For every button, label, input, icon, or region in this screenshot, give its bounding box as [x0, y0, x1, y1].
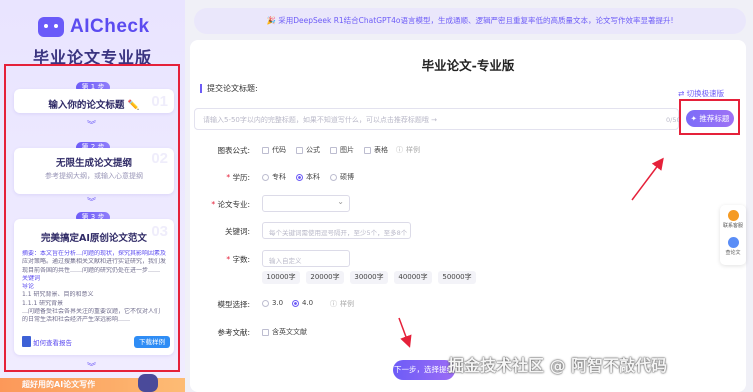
radio[interactable] [262, 299, 269, 307]
word-option-40000[interactable]: 40000字 [394, 271, 432, 284]
refs-label: 参考文献: [217, 328, 250, 337]
example-label: 样例 [406, 146, 420, 154]
radio-selected[interactable] [292, 299, 299, 307]
degree-label-text: 学历: [232, 173, 250, 182]
robot-mascot-icon [138, 374, 158, 392]
words-label-text: 字数: [232, 255, 250, 264]
watermark: 掘金技术社区 @ 阿智不敲代码 [448, 356, 668, 375]
option-label: 含英文文献 [272, 328, 307, 336]
model-label: 模型选择: [217, 300, 250, 309]
banner-text: 🎉 采用DeepSeek R1结合ChatGPT4o语言模型，生成通顺、逻辑严密… [266, 16, 674, 25]
info-icon: ⓘ [396, 146, 403, 154]
option-english-refs[interactable]: 含英文文献 [262, 327, 307, 337]
keywords-input[interactable]: 每个关键词需使用逗号隔开，至少5个，至多8个 [262, 222, 411, 239]
option-label: 表格 [374, 146, 388, 154]
degree-label: * 学历: [226, 173, 250, 182]
option-label: 专科 [272, 173, 286, 181]
option-label: 4.0 [302, 299, 314, 307]
annotation-box-recommend [679, 99, 740, 135]
check-paper-button[interactable]: 查论文 [720, 237, 746, 256]
word-option-10000[interactable]: 10000字 [262, 271, 300, 284]
charts-label: 图表公式: [217, 146, 250, 155]
bottom-promo-label: 超好用的AI论文写作 [22, 380, 96, 389]
option-image[interactable]: 图片 [330, 145, 354, 155]
next-step-button[interactable]: 下一步，选择提纲 [393, 360, 455, 380]
floating-toolbar: 联系客服 查论文 [720, 205, 746, 265]
topic-label: 提交论文标题: [200, 84, 258, 93]
announcement-banner: 🎉 采用DeepSeek R1结合ChatGPT4o语言模型，生成通顺、逻辑严密… [194, 8, 746, 34]
checkbox[interactable] [262, 328, 269, 336]
radio-model-4[interactable]: 4.0 [292, 299, 313, 307]
option-formula[interactable]: 公式 [296, 145, 320, 155]
word-option-30000[interactable]: 30000字 [350, 271, 388, 284]
major-label: * 论文专业: [211, 200, 250, 209]
checkbox[interactable] [364, 146, 371, 154]
custom-words-input[interactable]: 输入自定义 [262, 250, 350, 267]
model-example-link[interactable]: ⓘ 样例 [330, 299, 354, 309]
major-select[interactable] [262, 195, 350, 212]
option-label: 3.0 [272, 299, 284, 307]
word-option-50000[interactable]: 50000字 [438, 271, 476, 284]
document-search-icon [727, 237, 739, 248]
example-label: 样例 [340, 300, 354, 308]
topic-input[interactable]: 请输入5-50字以内的完整标题，如果不知道写什么，可以点击推荐标题哦 → [194, 108, 679, 130]
words-label: * 字数: [226, 255, 250, 264]
radio-model-3[interactable]: 3.0 [262, 299, 283, 307]
page-title: 毕业论文-专业版 [421, 58, 515, 73]
example-link[interactable]: ⓘ 样例 [396, 145, 420, 155]
radio-bachelor[interactable]: 本科 [296, 172, 320, 182]
checkbox[interactable] [330, 146, 337, 154]
option-table[interactable]: 表格 [364, 145, 388, 155]
radio-selected[interactable] [296, 173, 303, 181]
option-label: 本科 [306, 173, 320, 181]
radio-master-phd[interactable]: 硕博 [330, 172, 354, 182]
major-label-text: 论文专业: [217, 200, 250, 209]
radio[interactable] [262, 173, 269, 181]
switch-fast-version-link[interactable]: ⇄ 切换极速版 [678, 88, 724, 99]
checkbox[interactable] [296, 146, 303, 154]
checkbox[interactable] [262, 146, 269, 154]
option-label: 硕博 [340, 173, 354, 181]
option-code[interactable]: 代码 [262, 145, 286, 155]
logo: AICheck [38, 16, 150, 38]
float-label: 联系客服 [722, 223, 743, 229]
logo-text: AICheck [70, 16, 150, 37]
headset-icon [727, 210, 739, 221]
info-icon: ⓘ [330, 300, 337, 308]
robot-logo-icon [38, 17, 64, 37]
option-label: 公式 [306, 146, 320, 154]
radio-junior-college[interactable]: 专科 [262, 172, 286, 182]
option-label: 图片 [340, 146, 354, 154]
main-form-card [190, 40, 746, 392]
keywords-label: 关键词: [224, 227, 250, 236]
option-label: 代码 [272, 146, 286, 154]
word-option-20000[interactable]: 20000字 [306, 271, 344, 284]
annotation-box-steps [4, 64, 180, 372]
radio[interactable] [330, 173, 337, 181]
float-label: 查论文 [725, 250, 741, 256]
contact-support-button[interactable]: 联系客服 [720, 210, 746, 229]
